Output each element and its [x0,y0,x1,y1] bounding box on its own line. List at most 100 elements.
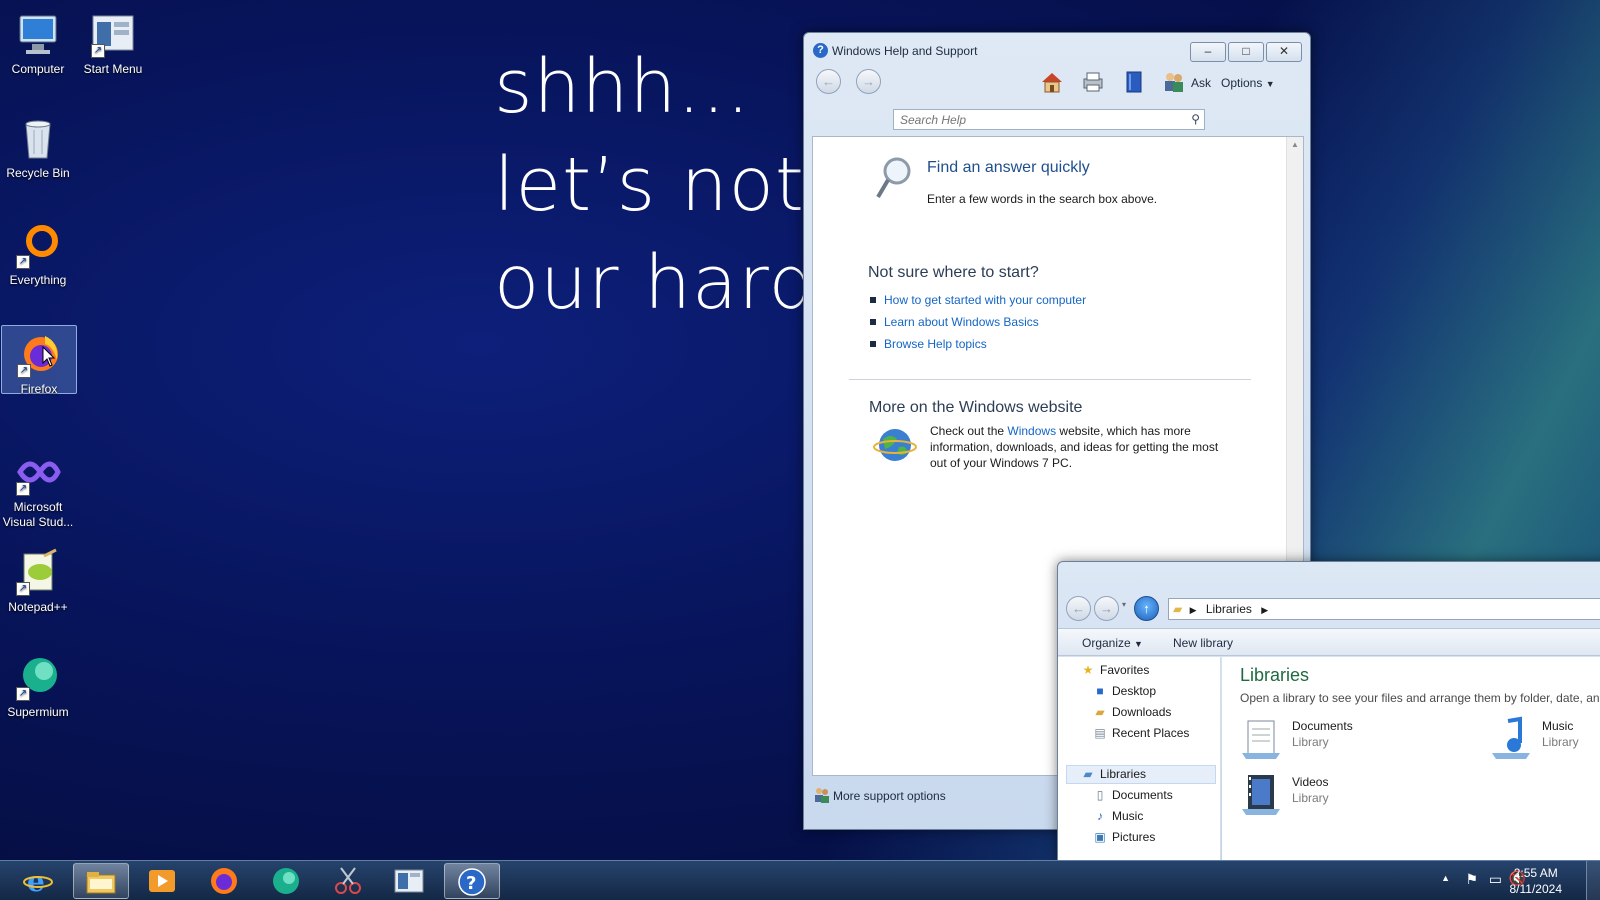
desktop-icon-label: Start Menu [83,62,143,76]
desktop: shhh... let’s not l our hard Computer ↗ … [0,0,1600,860]
desktop-icon-firefox[interactable]: ↗ Firefox [1,325,77,396]
shortcut-arrow-icon: ↗ [91,44,105,58]
wallpaper-line-2: let’s not l [494,142,851,228]
more-website-text: Check out the Windows website, which has… [930,424,1219,470]
chevron-down-icon: ▼ [1265,79,1275,89]
taskbar-help-and-support[interactable]: ? [444,863,500,899]
nav-desktop[interactable]: ■ Desktop [1092,684,1156,698]
ask-button[interactable]: Ask [1191,76,1211,90]
visual-studio-icon: ↗ [14,448,62,496]
maximize-button[interactable]: □ [1228,42,1264,62]
nav-recent-places[interactable]: ▤ Recent Places [1092,726,1189,740]
taskbar-snipping-tool[interactable] [320,863,376,899]
pictures-icon: ▣ [1094,830,1106,844]
desktop-icon-supermium[interactable]: ↗ Supermium [0,649,76,720]
home-icon[interactable] [1040,71,1064,93]
desktop-icon-computer[interactable]: Computer [0,6,76,77]
link-windows-basics[interactable]: Learn about Windows Basics [884,314,1039,330]
nav-downloads[interactable]: ▰ Downloads [1092,705,1171,719]
find-answer-text: Enter a few words in the search box abov… [927,192,1158,206]
desktop-icon-visual-studio[interactable]: ↗ Microsoft Visual Stud... [0,444,76,530]
more-support-options-button[interactable]: More support options [833,788,946,804]
library-type: Library [1292,735,1329,749]
desktop-icon-notepadpp[interactable]: ↗ Notepad++ [0,544,76,615]
documents-icon: ▯ [1096,788,1104,802]
desktop-icon-recycle-bin[interactable]: Recycle Bin [0,110,76,181]
taskbar-media-player[interactable] [134,863,190,899]
music-library-icon [1490,715,1534,759]
desktop-icon-label: Firefox [20,382,58,396]
organize-button[interactable]: Organize ▼ [1082,636,1143,650]
breadcrumb-libraries[interactable]: Libraries [1206,602,1252,616]
taskbar-clock[interactable]: 2:55 AM 8/11/2024 [1510,865,1563,897]
library-name: Documents [1292,719,1353,733]
forward-button[interactable]: → [856,69,881,94]
nav-music[interactable]: ♪ Music [1092,809,1143,823]
more-website-heading: More on the Windows website [869,399,1083,416]
library-name: Music [1542,719,1574,733]
desktop-icon-label: Supermium [7,705,69,719]
new-library-button[interactable]: New library [1173,636,1233,650]
desktop-icon-start-menu[interactable]: ↗ Start Menu [75,6,151,77]
address-bar[interactable]: ▰ ▶ Libraries ▶ [1168,598,1600,620]
minimize-button[interactable]: – [1190,42,1226,62]
nav-pictures[interactable]: ▣ Pictures [1092,830,1155,844]
library-videos[interactable]: Videos Library [1240,767,1400,815]
recent-pages-dropdown[interactable]: ▾ [1122,600,1126,609]
libraries-explorer-window: ← → ▾ ↑ ▰ ▶ Libraries ▶ Organize ▼ New l… [1057,561,1600,860]
taskbar: e ? ▲ ⚑ ▭ 🔇 2:55 AM 8/11/2024 [0,860,1600,900]
nav-documents[interactable]: ▯ Documents [1092,788,1173,802]
ask-icon[interactable] [1162,71,1186,93]
breadcrumb-arrow-icon[interactable]: ▶ [1261,605,1268,615]
windows-website-link[interactable]: Windows [1007,424,1056,438]
svg-text:e: e [27,866,45,896]
magnifier-icon [876,157,911,199]
not-sure-heading: Not sure where to start? [868,264,1039,281]
scroll-up-icon[interactable]: ▲ [1287,137,1303,153]
help-search-input[interactable] [894,110,1174,129]
star-icon: ★ [1082,663,1094,677]
link-get-started[interactable]: How to get started with your computer [884,292,1086,308]
library-music[interactable]: Music Library [1490,711,1600,759]
firefox-icon [211,868,237,894]
print-icon[interactable] [1081,71,1105,93]
link-browse-help[interactable]: Browse Help topics [884,336,987,352]
network-icon[interactable]: ▭ [1489,871,1502,900]
folder-icon [86,872,116,894]
up-button[interactable]: ↑ [1134,596,1159,621]
taskbar-file-explorer[interactable] [73,863,129,899]
options-button[interactable]: Options ▼ [1221,76,1275,90]
recycle-bin-icon [14,114,62,162]
desktop-icon-label: Recycle Bin [6,166,70,180]
taskbar-internet-explorer[interactable]: e [10,863,66,899]
search-icon[interactable]: ⚲ [1191,112,1200,126]
explorer-back-button[interactable]: ← [1066,596,1091,621]
library-type: Library [1292,791,1329,805]
wallpaper-line-1: shhh... [494,44,751,130]
help-app-icon: ? [813,43,828,58]
help-titlebar[interactable]: ? Windows Help and Support – □ ✕ [804,33,1310,65]
desktop-icon-everything[interactable]: ↗ Everything [0,217,76,288]
shortcut-arrow-icon: ↗ [16,582,30,596]
nav-libraries[interactable]: ▰ Libraries [1080,767,1146,781]
wallpaper-line-3: our hard [494,240,817,326]
action-center-flag-icon[interactable]: ⚑ [1465,871,1478,900]
library-documents[interactable]: Documents Library [1240,711,1400,759]
bullet-icon [870,341,876,347]
breadcrumb-arrow-icon[interactable]: ▶ [1190,605,1197,615]
show-hidden-icons-button[interactable]: ▲ [1441,873,1450,900]
taskbar-start-menu-app[interactable] [381,863,437,899]
desktop-folder-icon: ■ [1096,684,1104,698]
browse-help-icon[interactable] [1122,71,1146,93]
libraries-icon: ▰ [1083,767,1093,781]
back-button[interactable]: ← [816,69,841,94]
taskbar-supermium[interactable] [258,863,314,899]
nav-favorites[interactable]: ★ Favorites [1080,663,1150,677]
close-button[interactable]: ✕ [1266,42,1302,62]
taskbar-firefox[interactable] [196,863,252,899]
explorer-forward-button[interactable]: → [1094,596,1119,621]
libraries-subtitle: Open a library to see your files and arr… [1240,691,1600,705]
desktop-icon-label: Notepad++ [8,600,68,614]
show-desktop-button[interactable] [1586,861,1600,900]
library-type: Library [1542,735,1579,749]
